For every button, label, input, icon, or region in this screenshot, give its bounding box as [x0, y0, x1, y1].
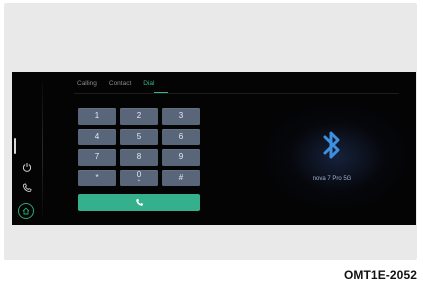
tab-active-indicator — [154, 92, 168, 93]
rail-indicator — [14, 138, 16, 154]
tab-divider — [74, 93, 399, 94]
tab-calling[interactable]: Calling — [77, 77, 97, 91]
key-9[interactable]: 9 — [162, 149, 200, 166]
key-0-plus-label: + — [137, 178, 141, 185]
bluetooth-icon — [321, 128, 343, 162]
dial-keypad: 1 2 3 4 5 6 7 8 9 * 0 + # — [78, 108, 200, 186]
phone-icon[interactable] — [19, 180, 35, 196]
home-icon — [22, 202, 30, 220]
side-rail — [12, 72, 44, 225]
tab-bar: Calling Contact Dial — [77, 77, 154, 91]
rail-divider — [42, 82, 43, 217]
key-8[interactable]: 8 — [120, 149, 158, 166]
key-4[interactable]: 4 — [78, 128, 116, 145]
call-button[interactable] — [78, 194, 200, 211]
home-button[interactable] — [18, 203, 34, 219]
connected-device-name: nova 7 Pro 5G — [312, 176, 352, 182]
key-5[interactable]: 5 — [120, 128, 158, 145]
key-3[interactable]: 3 — [162, 108, 200, 125]
key-0[interactable]: 0 + — [120, 169, 158, 186]
key-7[interactable]: 7 — [78, 149, 116, 166]
key-hash[interactable]: # — [162, 169, 200, 186]
key-6[interactable]: 6 — [162, 128, 200, 145]
key-star[interactable]: * — [78, 169, 116, 186]
key-2[interactable]: 2 — [120, 108, 158, 125]
tab-dial[interactable]: Dial — [143, 77, 154, 91]
tab-contact[interactable]: Contact — [109, 77, 131, 91]
key-1[interactable]: 1 — [78, 108, 116, 125]
infotainment-screen: Calling Contact Dial 1 2 3 4 5 6 7 8 9 *… — [12, 72, 416, 225]
figure-code: OMT1E-2052 — [343, 268, 417, 282]
power-icon[interactable] — [19, 159, 35, 175]
phone-icon — [135, 194, 144, 212]
